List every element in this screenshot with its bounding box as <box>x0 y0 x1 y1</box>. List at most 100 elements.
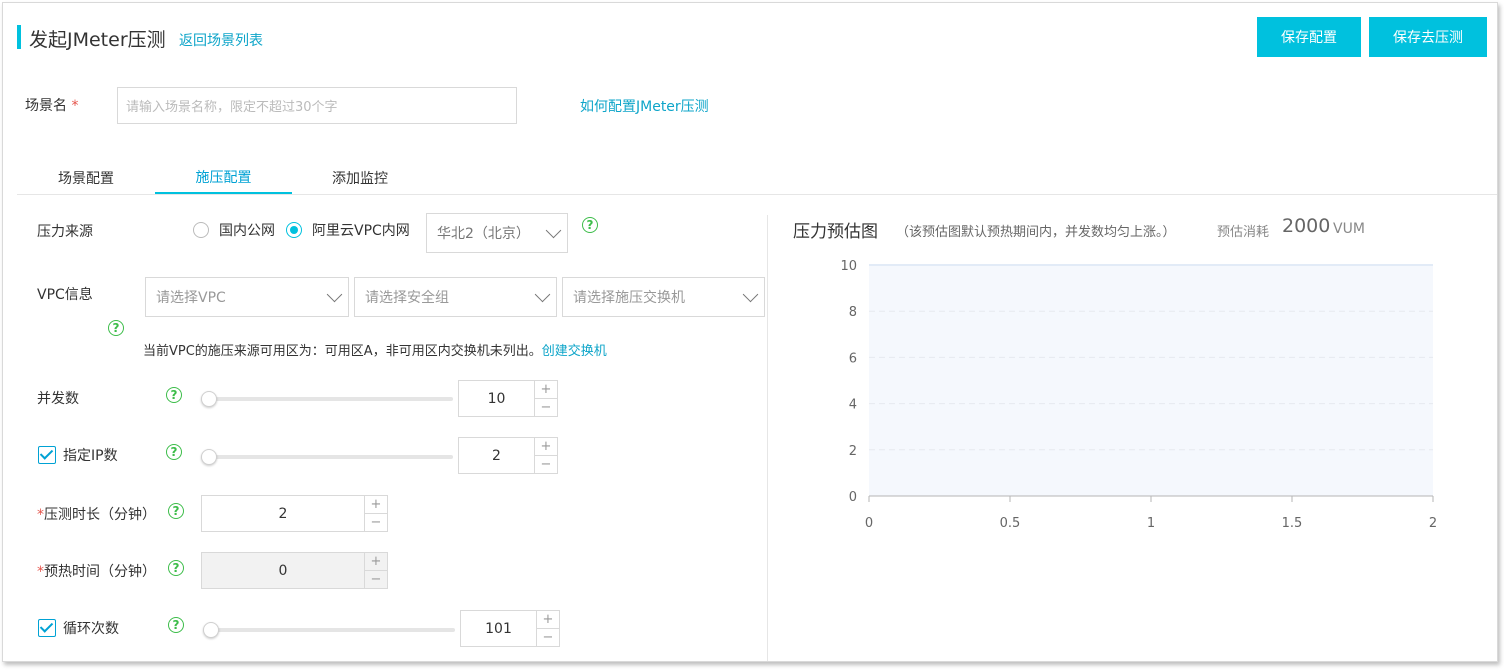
decrement-button: − <box>365 570 387 588</box>
ip-count-checkbox[interactable] <box>38 446 56 464</box>
ip-count-label: 指定IP数 <box>63 448 118 464</box>
switch-select-placeholder: 请选择施压交换机 <box>573 290 685 306</box>
chevron-down-icon <box>545 222 562 239</box>
help-glyph: ? <box>170 388 178 402</box>
radio-public-network[interactable] <box>193 222 209 238</box>
help-glyph: ? <box>172 561 180 575</box>
page-title: 发起JMeter压测 <box>29 29 166 51</box>
vpc-note: 当前VPC的施压来源可用区为：可用区A，非可用区内交换机未列出。创建交换机 <box>143 340 607 359</box>
duration-stepper[interactable]: 2 + − <box>201 495 388 532</box>
concurrency-slider-handle[interactable] <box>201 391 217 407</box>
help-icon[interactable]: ? <box>168 617 184 633</box>
save-config-button[interactable]: 保存配置 <box>1257 17 1361 57</box>
scene-name-placeholder: 请输入场景名称，限定不超过30个字 <box>126 100 338 115</box>
duration-label: *压测时长（分钟） <box>37 504 156 524</box>
loops-slider-track[interactable] <box>203 628 455 632</box>
required-mark: * <box>71 98 79 114</box>
concurrency-value[interactable]: 10 <box>459 381 534 416</box>
help-icon[interactable]: ? <box>108 320 124 336</box>
x-tick-label: 0 <box>865 516 873 531</box>
loops-value[interactable]: 101 <box>461 611 536 646</box>
help-glyph: ? <box>170 445 178 459</box>
help-icon[interactable]: ? <box>168 503 184 519</box>
y-tick-label: 8 <box>849 305 857 320</box>
tab-scene-config[interactable]: 场景配置 <box>41 161 131 195</box>
scene-name-label: 场景名 * <box>25 95 78 115</box>
help-icon[interactable]: ? <box>168 560 184 576</box>
security-group-select[interactable]: 请选择安全组 <box>354 277 557 317</box>
radio-vpc-network-label: 阿里云VPC内网 <box>312 223 410 239</box>
chart-note: （该预估图默认预热期间内，并发数均匀上涨。） <box>896 225 1176 240</box>
decrement-button[interactable]: − <box>537 628 559 646</box>
help-icon[interactable]: ? <box>166 444 182 460</box>
increment-button[interactable]: + <box>365 496 387 513</box>
warmup-label: *预热时间（分钟） <box>37 561 156 581</box>
loops-stepper[interactable]: 101 + − <box>460 610 560 647</box>
ip-count-slider-track[interactable] <box>201 455 453 459</box>
duration-label-text: 压测时长（分钟） <box>44 507 156 523</box>
chevron-down-icon <box>742 286 759 303</box>
scene-name-input[interactable]: 请输入场景名称，限定不超过30个字 <box>117 87 517 124</box>
concurrency-stepper[interactable]: 10 + − <box>458 380 558 417</box>
ip-count-slider-handle[interactable] <box>201 449 217 465</box>
radio-vpc-network[interactable] <box>286 222 302 238</box>
y-tick-label: 6 <box>849 351 857 366</box>
help-icon[interactable]: ? <box>582 217 598 233</box>
increment-button: + <box>370 554 382 569</box>
tab-add-monitor[interactable]: 添加监控 <box>315 161 405 195</box>
y-tick-label: 2 <box>849 444 857 459</box>
area-fill <box>869 265 1433 496</box>
help-glyph: ? <box>112 321 120 335</box>
increment-button[interactable]: + <box>535 381 557 398</box>
loops-checkbox[interactable] <box>38 619 56 637</box>
warmup-stepper: 0 + − <box>201 552 388 589</box>
increment-button[interactable]: + <box>535 438 557 455</box>
decrement-button[interactable]: − <box>535 398 557 416</box>
duration-value[interactable]: 2 <box>202 496 364 531</box>
page-frame: 发起JMeter压测 返回场景列表 保存配置 保存去压测 场景名 * 请输入场景… <box>2 2 1498 662</box>
scene-name-label-text: 场景名 <box>25 98 67 114</box>
how-to-config-link[interactable]: 如何配置JMeter压测 <box>580 96 709 116</box>
pressure-estimate-chart: 0 2 4 6 8 10 0 0.5 1 1.5 2 <box>840 259 1437 531</box>
chevron-down-icon <box>534 286 551 303</box>
vpc-select[interactable]: 请选择VPC <box>145 277 349 317</box>
help-icon[interactable]: ? <box>166 387 182 403</box>
region-select[interactable]: 华北2（北京） <box>426 213 568 253</box>
title-accent-bar <box>17 25 21 49</box>
save-and-run-button[interactable]: 保存去压测 <box>1369 17 1487 57</box>
pressure-source-label: 压力来源 <box>37 224 93 240</box>
panel-divider <box>767 215 768 661</box>
cost-value: 2000 <box>1282 215 1331 237</box>
vpc-select-placeholder: 请选择VPC <box>156 290 226 306</box>
create-switch-link[interactable]: 创建交换机 <box>542 344 607 359</box>
help-glyph: ? <box>586 218 594 232</box>
ip-count-stepper[interactable]: 2 + − <box>458 437 558 474</box>
help-glyph: ? <box>172 504 180 518</box>
decrement-button[interactable]: − <box>535 455 557 473</box>
warmup-label-text: 预热时间（分钟） <box>44 564 156 580</box>
cost-unit: VUM <box>1333 221 1365 237</box>
help-glyph: ? <box>172 618 180 632</box>
tab-pressure-config[interactable]: 施压配置 <box>155 161 292 195</box>
increment-button[interactable]: + <box>537 611 559 628</box>
cost-label: 预估消耗 <box>1217 225 1270 240</box>
y-tick-label: 10 <box>840 259 857 274</box>
x-tick-label: 2 <box>1429 516 1437 531</box>
back-to-scene-list-link[interactable]: 返回场景列表 <box>179 30 263 50</box>
required-mark: * <box>37 507 44 523</box>
ip-count-value[interactable]: 2 <box>459 438 534 473</box>
chart-title: 压力预估图 <box>793 222 878 242</box>
y-tick-label: 0 <box>849 490 857 505</box>
concurrency-slider-track[interactable] <box>201 397 453 401</box>
vpc-note-text: 当前VPC的施压来源可用区为：可用区A，非可用区内交换机未列出。 <box>143 344 542 359</box>
decrement-button[interactable]: − <box>365 513 387 531</box>
radio-public-network-label: 国内公网 <box>219 223 275 239</box>
warmup-value: 0 <box>278 562 288 579</box>
chevron-down-icon <box>326 286 343 303</box>
concurrency-label: 并发数 <box>37 391 79 407</box>
region-select-value: 华北2（北京） <box>437 226 530 242</box>
loops-slider-handle[interactable] <box>203 622 219 638</box>
loops-label: 循环次数 <box>63 621 119 637</box>
switch-select[interactable]: 请选择施压交换机 <box>562 277 765 317</box>
tabs-divider <box>17 194 1497 195</box>
